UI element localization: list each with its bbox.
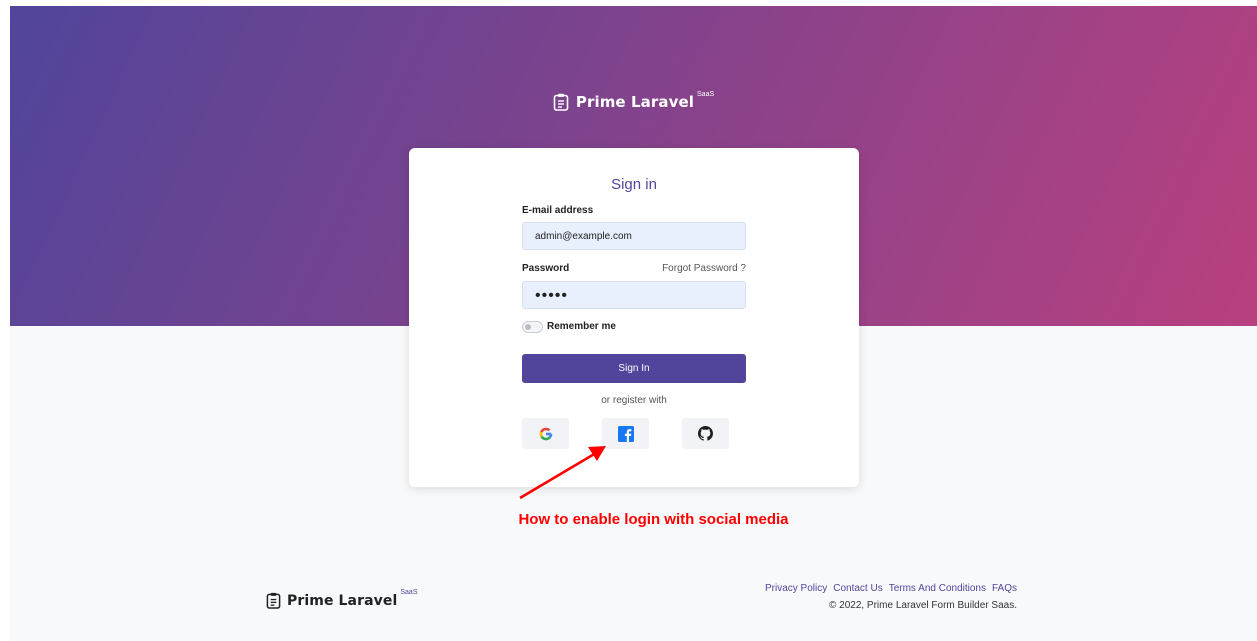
facebook-login-button[interactable] [602, 418, 649, 449]
signin-card: Sign in E-mail address Password Forgot P… [409, 148, 859, 487]
signin-title: Sign in [611, 176, 657, 193]
github-icon [698, 426, 713, 441]
email-field[interactable] [522, 222, 746, 250]
copyright-text: © 2022, Prime Laravel Form Builder Saas. [828, 600, 1017, 611]
password-label: Password [522, 263, 570, 274]
terms-link[interactable]: Terms And Conditions [889, 583, 986, 594]
clipboard-logo-icon [553, 93, 569, 111]
contact-us-link[interactable]: Contact Us [833, 583, 882, 594]
footer-brand-badge: SaaS [400, 589, 418, 596]
google-login-button[interactable] [522, 418, 569, 449]
toggle-knob [525, 324, 531, 330]
header-brand[interactable]: Prime Laravel SaaS [10, 90, 1257, 111]
google-icon [539, 427, 552, 440]
brand-name: Prime Laravel [575, 93, 695, 111]
footer-links: Privacy Policy Contact Us Terms And Cond… [765, 583, 1017, 594]
or-register-text: or register with [601, 395, 667, 406]
remember-me-label: Remember me [547, 321, 616, 332]
remember-me-toggle[interactable] [522, 321, 543, 333]
brand-badge: SaaS [697, 90, 715, 98]
facebook-icon [617, 425, 634, 442]
faqs-link[interactable]: FAQs [992, 583, 1017, 594]
email-label: E-mail address [522, 205, 594, 216]
forgot-password-link[interactable]: Forgot Password ? [662, 263, 746, 274]
sign-in-button[interactable]: Sign In [522, 354, 746, 383]
login-page: Prime Laravel SaaS Sign in E-mail addres… [10, 6, 1257, 641]
github-login-button[interactable] [682, 418, 729, 449]
footer-brand-name: Prime Laravel [287, 592, 398, 609]
clipboard-logo-icon [266, 592, 281, 609]
privacy-policy-link[interactable]: Privacy Policy [765, 583, 827, 594]
annotation-text: How to enable login with social media [518, 511, 789, 528]
footer-brand[interactable]: Prime Laravel SaaS [266, 589, 418, 609]
password-field[interactable] [522, 281, 746, 309]
